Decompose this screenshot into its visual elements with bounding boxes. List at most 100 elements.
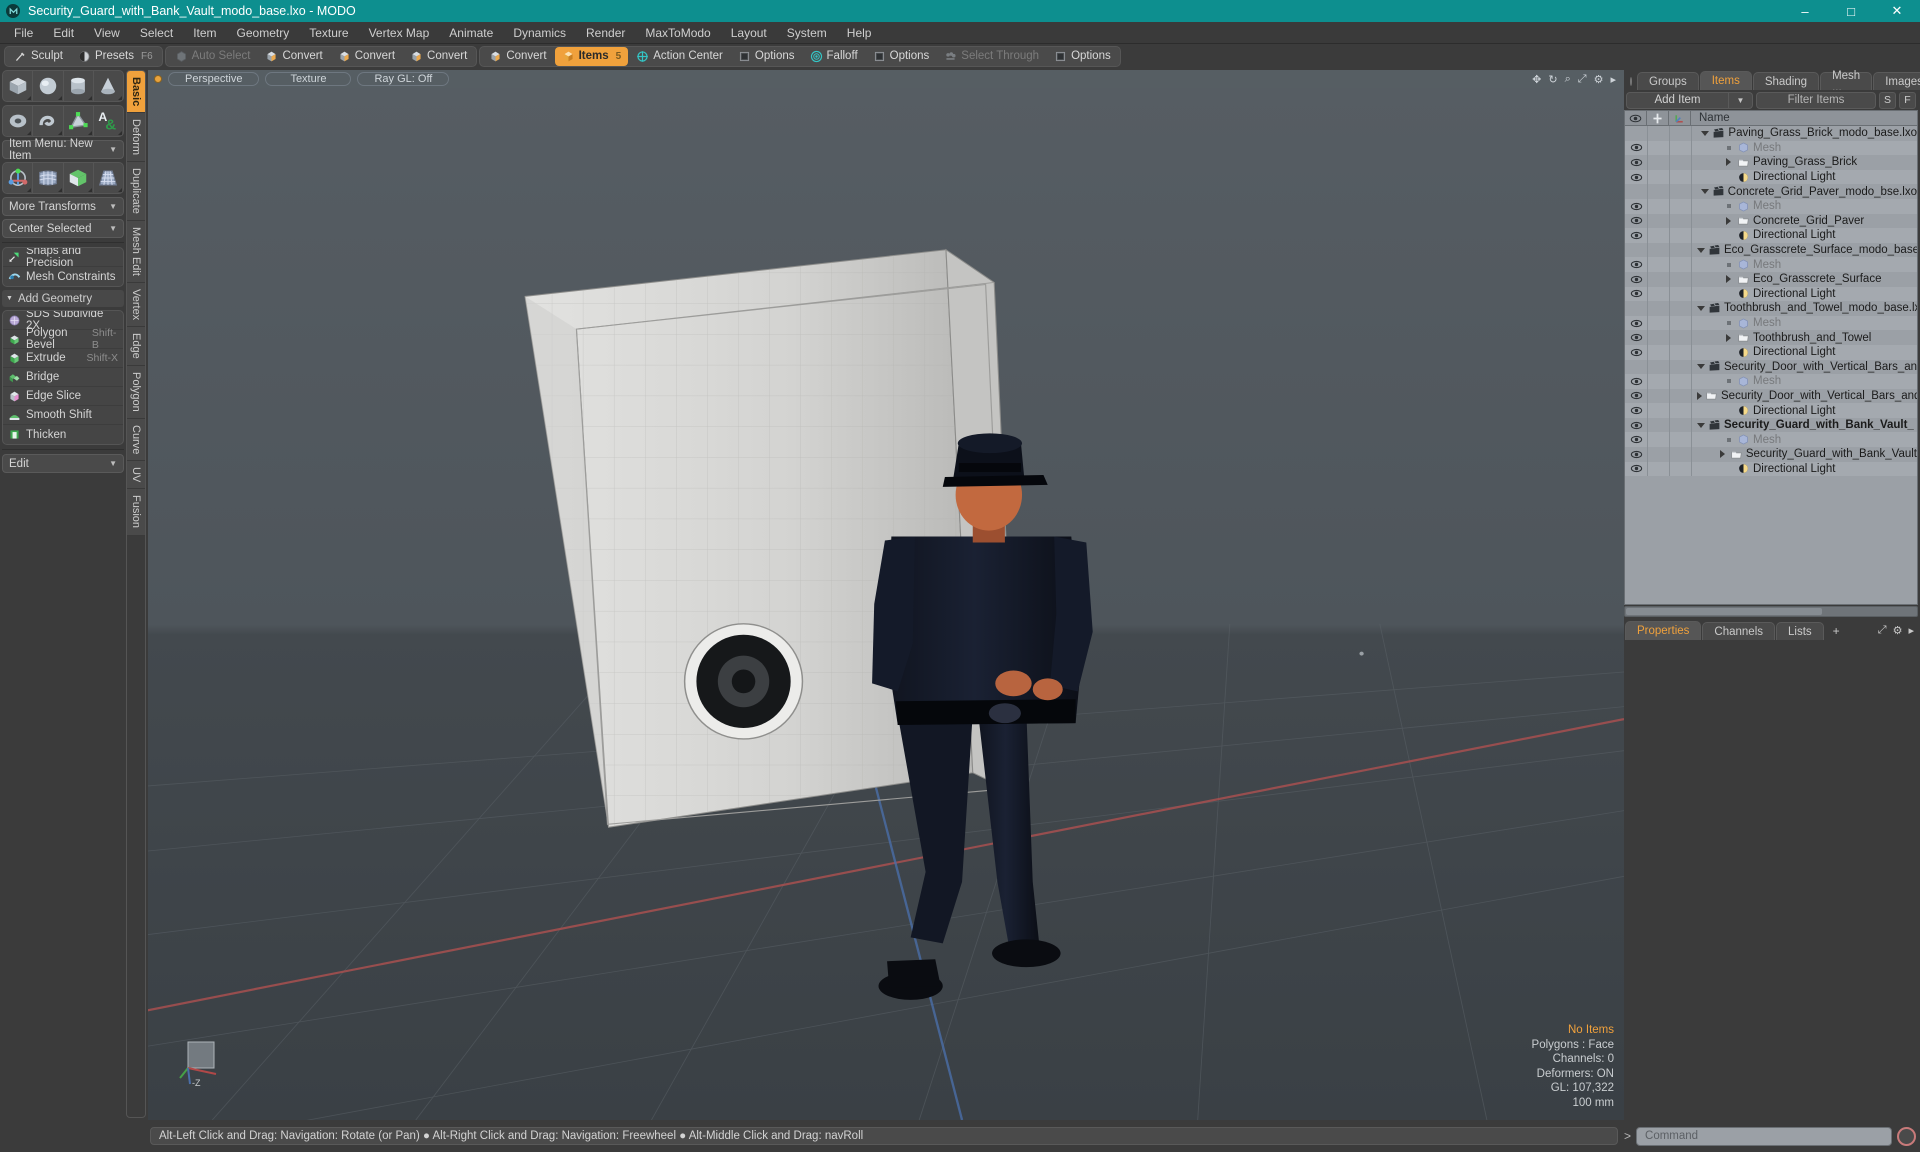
primitive-button-sphere[interactable] <box>33 71 64 101</box>
menu-item-animate[interactable]: Animate <box>439 22 503 44</box>
toolbar-button-action-center[interactable]: Action Center <box>629 47 730 66</box>
row-expander[interactable] <box>1723 333 1734 342</box>
row-lock-cell[interactable] <box>1647 403 1669 418</box>
row-lock-cell[interactable] <box>1647 461 1669 477</box>
raygl-button[interactable]: Ray GL: Off <box>357 72 450 86</box>
row-lock-cell[interactable] <box>1647 330 1669 345</box>
row-axis-cell[interactable] <box>1669 359 1691 375</box>
gear-icon[interactable]: ⚙ <box>1893 624 1903 637</box>
row-lock-cell[interactable] <box>1647 432 1669 448</box>
row-axis-cell[interactable] <box>1669 461 1691 477</box>
toolbar-button-options[interactable]: Options <box>731 47 802 66</box>
table-row[interactable]: Mesh <box>1625 198 1917 214</box>
tab-channels[interactable]: Channels <box>1702 622 1776 640</box>
row-axis-cell[interactable] <box>1669 388 1691 404</box>
chevron-down-icon[interactable] <box>1697 305 1705 311</box>
viewport-menu-dot-icon[interactable] <box>154 75 162 83</box>
row-visibility-eye-icon[interactable] <box>1625 258 1647 271</box>
row-expander[interactable] <box>1718 450 1727 459</box>
chevron-right-icon[interactable]: ▸ <box>1610 73 1616 86</box>
fit-view-icon[interactable]: ⤢ <box>1578 73 1587 86</box>
row-visibility-eye-icon[interactable] <box>1625 346 1647 359</box>
row-expander[interactable] <box>1723 158 1734 167</box>
menu-item-item[interactable]: Item <box>183 22 226 44</box>
filter-items-input[interactable]: Filter Items <box>1756 91 1876 109</box>
tab-images[interactable]: Images <box>1873 72 1920 90</box>
scrollbar-thumb[interactable] <box>1626 608 1822 615</box>
primitive-button-cone[interactable] <box>94 71 123 101</box>
add-properties-tab-button[interactable]: + <box>1825 624 1848 640</box>
mesh-constraints-item[interactable]: Mesh Constraints <box>3 267 123 286</box>
row-axis-cell[interactable] <box>1669 184 1691 199</box>
zoom-view-icon[interactable]: ⌕ <box>1565 73 1571 86</box>
command-record-button[interactable] <box>1897 1126 1916 1146</box>
gear-icon[interactable]: ⚙ <box>1594 73 1604 86</box>
row-axis-cell[interactable] <box>1669 155 1691 170</box>
row-axis-cell[interactable] <box>1669 242 1691 258</box>
row-visibility-eye-icon[interactable] <box>1625 214 1647 227</box>
row-visibility-eye-icon[interactable] <box>1625 200 1647 213</box>
row-visibility-eye-icon[interactable] <box>1625 156 1647 169</box>
row-visibility-eye-icon[interactable] <box>1625 448 1647 461</box>
table-row[interactable]: Security_Guard_with_Bank_Vault <box>1625 447 1917 462</box>
row-lock-cell[interactable] <box>1647 301 1669 316</box>
menu-item-texture[interactable]: Texture <box>299 22 358 44</box>
column-axis-icon[interactable] <box>1669 110 1691 126</box>
tab-mesh-[interactable]: Mesh ... <box>1820 70 1873 94</box>
chevron-right-icon[interactable]: ▸ <box>1908 624 1914 637</box>
chevron-right-icon[interactable] <box>1726 158 1731 167</box>
toolbar-button-sculpt[interactable]: Sculpt <box>7 47 70 66</box>
item-list-horizontal-scrollbar[interactable] <box>1624 606 1918 617</box>
table-row[interactable]: Concrete_Grid_Paver <box>1625 213 1917 229</box>
tool-bridge[interactable]: Bridge <box>3 368 123 387</box>
tool-tab-duplicate[interactable]: Duplicate <box>127 162 145 222</box>
transform-button-checker-deform[interactable] <box>64 163 94 193</box>
row-lock-cell[interactable] <box>1647 388 1669 404</box>
axis-gizmo[interactable]: -Z <box>174 1034 228 1088</box>
row-axis-cell[interactable] <box>1669 169 1691 185</box>
row-lock-cell[interactable] <box>1647 374 1669 389</box>
column-visibility-eye-icon[interactable] <box>1625 110 1647 126</box>
table-row[interactable]: Security_Door_with_Vertical_Bars_and_ ..… <box>1625 388 1917 404</box>
row-visibility-eye-icon[interactable] <box>1625 375 1647 388</box>
row-expander[interactable] <box>1697 247 1705 253</box>
tool-tab-edge[interactable]: Edge <box>127 327 145 367</box>
row-axis-cell[interactable] <box>1669 213 1691 229</box>
toolbar-button-convert[interactable]: Convert <box>331 47 402 66</box>
row-lock-cell[interactable] <box>1647 447 1669 462</box>
table-row[interactable]: Concrete_Grid_Paver_modo_bse.lxo <box>1625 184 1917 199</box>
table-row[interactable]: Paving_Grass_Brick_modo_base.lxo <box>1625 126 1917 141</box>
row-axis-cell[interactable] <box>1669 286 1691 302</box>
row-axis-cell[interactable] <box>1669 403 1691 418</box>
row-lock-cell[interactable] <box>1647 315 1669 331</box>
toolbar-button-convert[interactable]: Convert <box>258 47 329 66</box>
primitive-button-text[interactable]: A & <box>94 106 123 136</box>
menu-item-file[interactable]: File <box>4 22 43 44</box>
chevron-down-icon[interactable]: ▼ <box>1729 91 1753 109</box>
menu-item-render[interactable]: Render <box>576 22 635 44</box>
table-row[interactable]: Directional Light <box>1625 344 1917 360</box>
menu-item-maxtomodo[interactable]: MaxToModo <box>635 22 720 44</box>
menu-item-view[interactable]: View <box>84 22 130 44</box>
row-axis-cell[interactable] <box>1669 417 1691 433</box>
row-visibility-eye-icon[interactable] <box>1625 419 1647 432</box>
row-visibility-eye-icon[interactable] <box>1625 229 1647 242</box>
tool-tab-vertex[interactable]: Vertex <box>127 283 145 328</box>
row-visibility-eye-icon[interactable] <box>1625 433 1647 446</box>
maximize-button[interactable]: □ <box>1828 0 1874 22</box>
menu-item-layout[interactable]: Layout <box>721 22 777 44</box>
row-expander[interactable] <box>1697 391 1702 400</box>
row-axis-cell[interactable] <box>1669 330 1691 345</box>
row-visibility-eye-icon[interactable] <box>1625 331 1647 344</box>
row-lock-cell[interactable] <box>1647 242 1669 258</box>
row-axis-cell[interactable] <box>1669 228 1691 243</box>
move-view-icon[interactable]: ✥ <box>1532 73 1541 86</box>
row-visibility-eye-icon[interactable] <box>1625 273 1647 286</box>
row-axis-cell[interactable] <box>1669 257 1691 272</box>
chevron-right-icon[interactable] <box>1726 216 1731 225</box>
item-menu-combo[interactable]: Item Menu: New Item ▼ <box>2 138 124 162</box>
tab-groups[interactable]: Groups <box>1637 72 1699 90</box>
close-button[interactable]: ✕ <box>1874 0 1920 22</box>
row-expander[interactable] <box>1697 422 1705 428</box>
row-axis-cell[interactable] <box>1669 271 1691 287</box>
